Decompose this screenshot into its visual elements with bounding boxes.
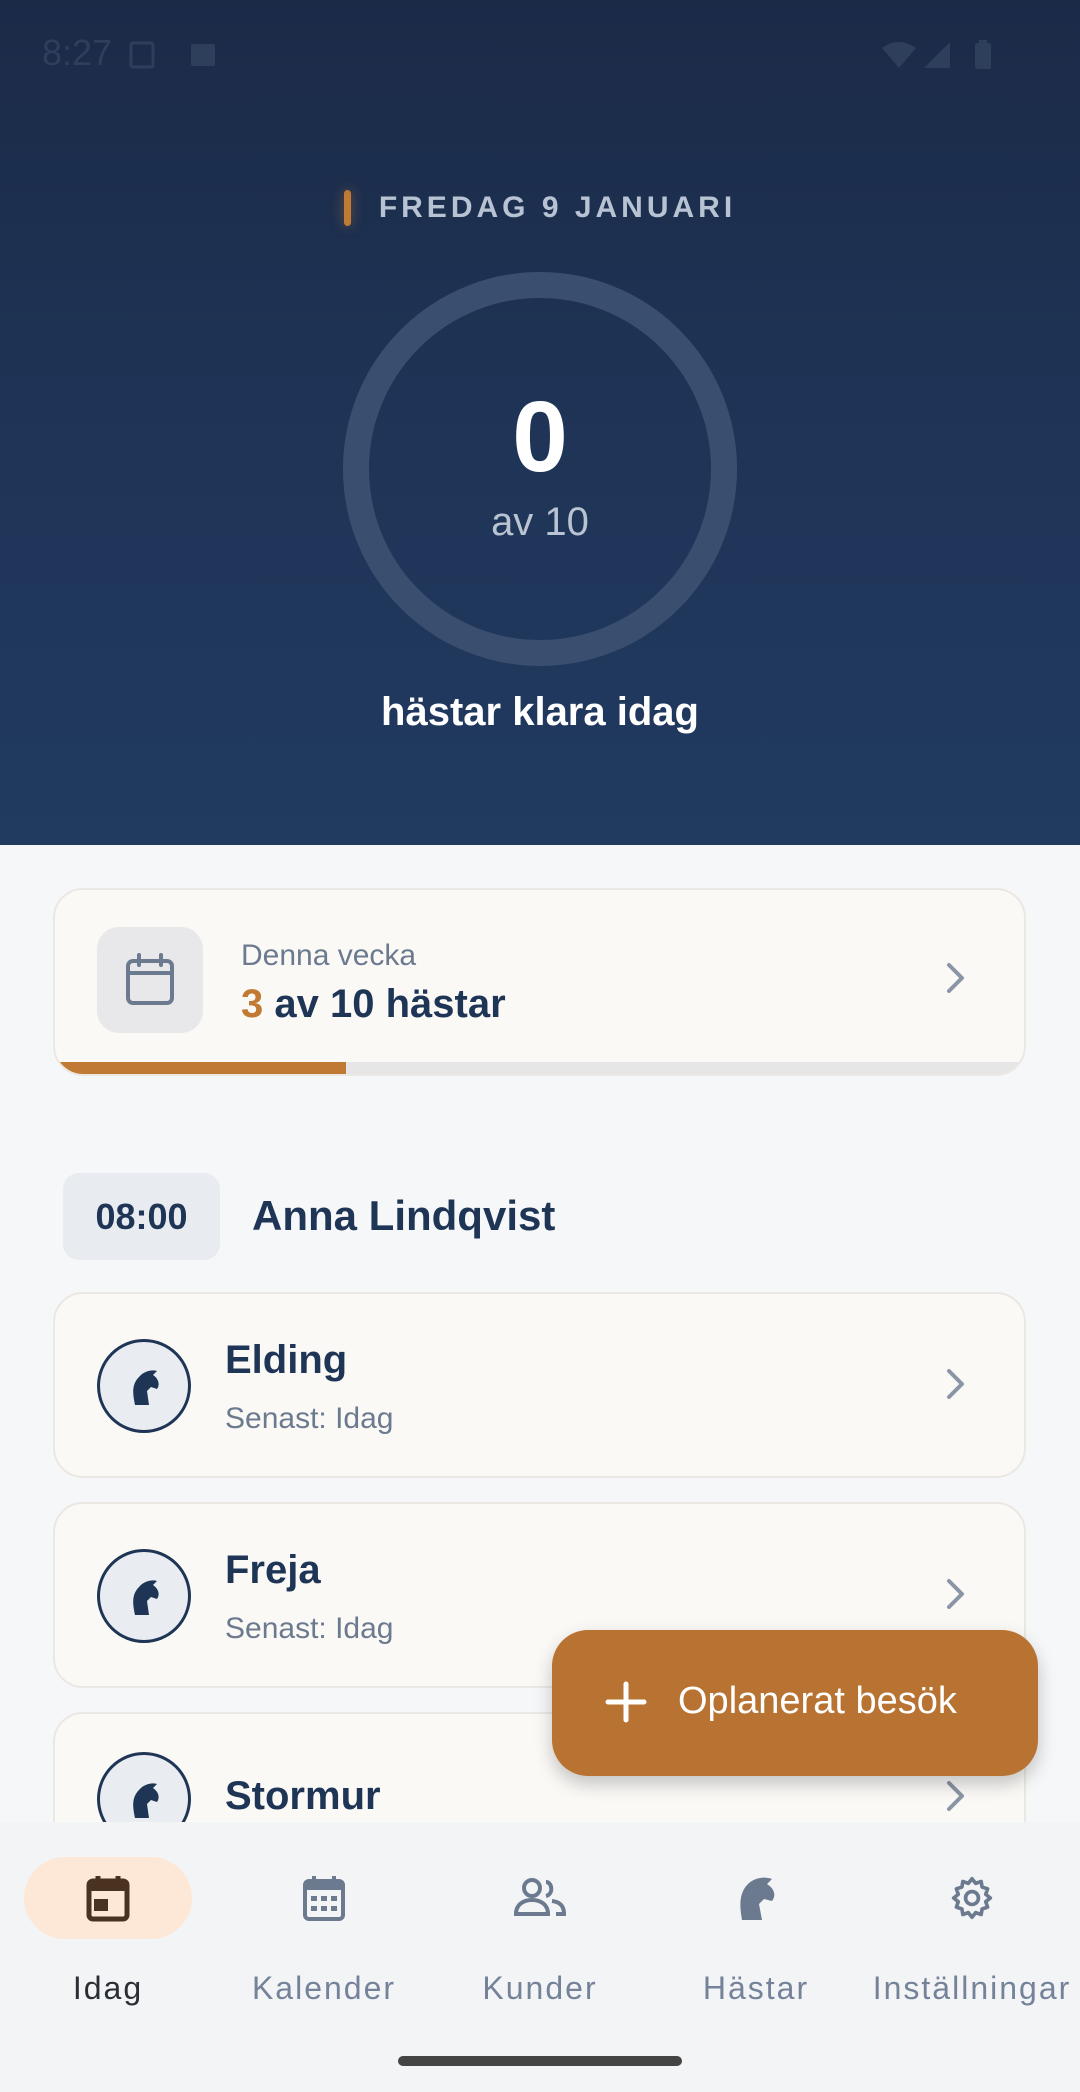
horse-card[interactable]: Elding Senast: Idag (53, 1292, 1026, 1478)
horse-head-icon (133, 1580, 159, 1615)
calendar-month-icon (303, 1876, 345, 1921)
gear-icon (951, 1876, 993, 1920)
week-label: Denna vecka (241, 939, 417, 972)
calendar-icon (126, 953, 174, 1005)
total-label: av 10 (491, 500, 589, 544)
date-row: FREDAG 9 JANUARI (0, 190, 1080, 226)
signal-icon (924, 42, 950, 68)
unplanned-visit-button[interactable]: Oplanerat besök (552, 1630, 1038, 1776)
unplanned-visit-label: Oplanerat besök (678, 1680, 957, 1722)
bottom-navigation: Idag Kalender Kunder Hästar Inställninga… (0, 1822, 1080, 2092)
calendar-today-icon (86, 1876, 130, 1922)
horse-avatar (97, 1339, 191, 1433)
week-value-rest: av 10 hästar (263, 982, 506, 1026)
nav-label: Inställningar (872, 1970, 1072, 2006)
week-summary-card[interactable]: Denna vecka 3 av 10 hästar (53, 888, 1026, 1076)
nav-item-installningar[interactable]: Inställningar (864, 1822, 1080, 2022)
horse-head-icon (740, 1877, 775, 1920)
horse-name: Elding (225, 1338, 348, 1382)
keyboard-icon (191, 44, 215, 66)
nav-item-kunder[interactable]: Kunder (432, 1822, 648, 2022)
current-date: FREDAG 9 JANUARI (378, 191, 737, 224)
horse-avatar (97, 1549, 191, 1643)
today-summary-header: 8:27 FREDAG 9 JANUARI 0 av 10 hästar kla… (0, 0, 1080, 845)
progress-caption: hästar klara idag (381, 690, 699, 734)
week-icon-box (97, 927, 203, 1033)
battery-icon (975, 40, 991, 69)
home-indicator (398, 2056, 682, 2066)
nav-item-hastar[interactable]: Hästar (648, 1822, 864, 2022)
horse-name: Stormur (225, 1774, 381, 1818)
wifi-icon (882, 42, 916, 68)
status-bar: 8:27 (0, 0, 1080, 110)
nav-label: Idag (72, 1970, 144, 2006)
week-done-count: 3 (241, 982, 264, 1026)
plus-icon (605, 1681, 647, 1723)
week-progress-bar (55, 1062, 1024, 1074)
nav-item-kalender[interactable]: Kalender (216, 1822, 432, 2022)
nav-label: Kalender (251, 1970, 397, 2006)
nav-label: Hästar (702, 1970, 810, 2006)
nav-label: Kunder (482, 1970, 598, 2006)
chevron-right-icon (947, 963, 964, 993)
horse-head-icon (133, 1370, 159, 1405)
nav-item-idag[interactable]: Idag (0, 1822, 216, 2022)
horse-last-visit: Senast: Idag (225, 1612, 394, 1645)
week-value: 3 av 10 hästar (241, 982, 506, 1027)
done-count: 0 (512, 381, 568, 493)
chevron-right-icon (947, 1781, 964, 1811)
chevron-right-icon (947, 1369, 964, 1399)
week-progress-fill (55, 1062, 346, 1074)
status-time: 8:27 (42, 32, 113, 73)
date-accent-bar (343, 190, 351, 226)
screen-icon (129, 41, 155, 69)
visit-time-chip: 08:00 (63, 1173, 220, 1260)
visit-customer-name[interactable]: Anna Lindqvist (252, 1192, 555, 1240)
horse-head-icon (133, 1783, 159, 1818)
horse-name: Freja (225, 1548, 321, 1592)
chevron-right-icon (947, 1579, 964, 1609)
people-icon (513, 1878, 567, 1916)
horse-last-visit: Senast: Idag (225, 1402, 394, 1435)
